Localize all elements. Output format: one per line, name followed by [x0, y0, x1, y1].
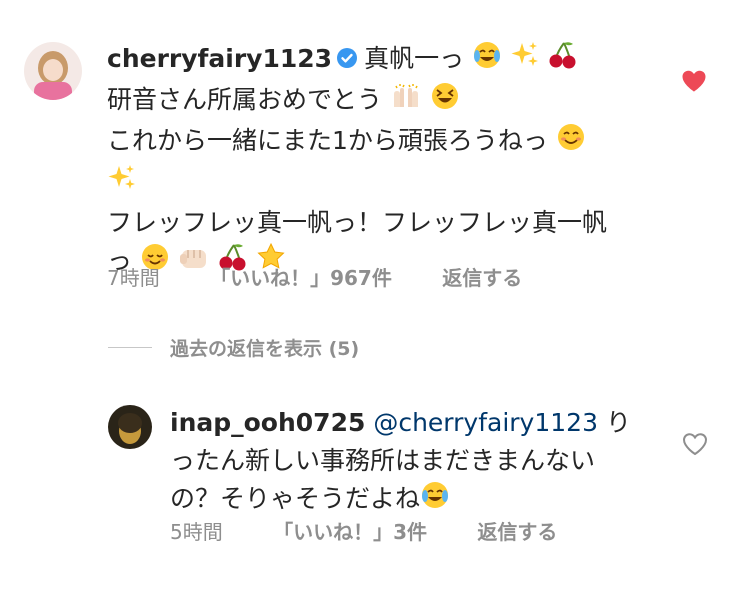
avatar[interactable]: [24, 42, 82, 100]
comment-meta: 5時間 「いいね！」3件 返信する: [170, 516, 601, 545]
grinning-squinting-emoji: [430, 81, 460, 122]
timestamp: 5時間: [170, 520, 223, 544]
smiling-blush-emoji: [556, 122, 586, 163]
comment-text-line: り: [605, 408, 631, 437]
comment-text-line: フレッフレッ真一帆っ！フレッフレッ真一帆: [107, 208, 608, 237]
heart-outline-icon[interactable]: [682, 432, 708, 460]
comment-text-line: の？そりゃそうだよね: [170, 484, 421, 513]
verified-badge-icon: [336, 42, 358, 80]
likes-count-button[interactable]: 「いいね！」967件: [210, 266, 392, 290]
avatar[interactable]: [108, 405, 152, 449]
divider: [108, 347, 152, 348]
crying-laughing-emoji: [472, 40, 502, 81]
reply-button[interactable]: 返信する: [442, 266, 522, 290]
username-link[interactable]: cherryfairy1123: [107, 44, 332, 73]
username-link[interactable]: inap_ooh0725: [170, 408, 365, 437]
sparkles-emoji: [510, 40, 540, 81]
cherries-emoji: [548, 40, 578, 81]
comment-meta: 7時間 「いいね！」967件 返信する: [107, 262, 566, 291]
comment-body: cherryfairy1123 真帆一っ 研音さん所属おめでとう これから一緒にま…: [107, 40, 647, 283]
comment-text-line: 研音さん所属おめでとう: [107, 85, 383, 114]
comment-body: inap_ooh0725 @cherryfairy1123 り ったん新しい事務…: [170, 404, 650, 521]
comment-text-line: ったん新しい事務所はまだきまんない: [170, 446, 596, 475]
likes-count-button[interactable]: 「いいね！」3件: [273, 520, 427, 544]
comment-text-line: これから一緒にまた1から頑張ろうねっ: [107, 126, 548, 155]
sparkles-emoji: [107, 163, 137, 204]
view-replies-button[interactable]: 過去の返信を表示 (5): [108, 334, 359, 361]
timestamp: 7時間: [107, 266, 160, 290]
view-replies-label: 過去の返信を表示 (5): [170, 338, 360, 360]
raising-hands-emoji: [390, 81, 422, 122]
crying-laughing-emoji: [420, 480, 450, 521]
mention-link[interactable]: @cherryfairy1123: [373, 408, 598, 437]
reply-button[interactable]: 返信する: [477, 520, 557, 544]
heart-filled-icon[interactable]: [681, 69, 707, 97]
comment-text-line: 真帆一っ: [364, 44, 465, 73]
